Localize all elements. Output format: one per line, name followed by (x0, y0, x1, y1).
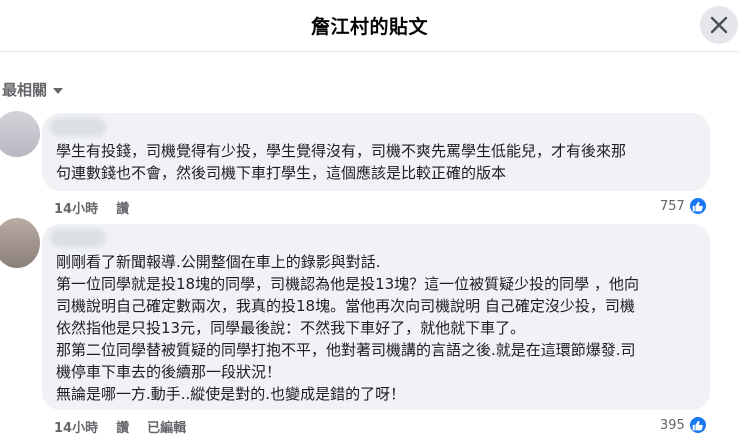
commenter-name-blurred[interactable] (50, 118, 106, 136)
comment-line: 那第二位同學替被質疑的同學打抱不平，他對著司機講的言語之後.就是在這環節爆發.司 (56, 341, 636, 359)
close-button[interactable] (700, 6, 738, 44)
close-icon (710, 16, 728, 34)
comment-timestamp[interactable]: 14小時 (54, 417, 98, 436)
comment-text: 剛剛看了新聞報導.公開整個在車上的錄影與對話. 第一位同學就是投18塊的同學，司… (56, 251, 639, 405)
comment-line: 機停車下車去的後續那一段狀況！ (56, 363, 282, 381)
comment-line: 無論是哪一方.動手..縱使是對的.也變成是錯的了呀！ (56, 385, 406, 403)
comment-line: 第一位同學就是投18塊的同學，司機認為他是投13塊？這一位被質疑少投的同學 ，他… (56, 275, 639, 293)
like-button[interactable]: 讚 (116, 198, 129, 217)
reaction-number: 757 (660, 198, 685, 214)
commenter-name-blurred[interactable] (50, 229, 106, 247)
comment-line: 學生有投錢，司機覺得有少投，學生覺得沒有，司機不爽先罵學生低能兒，才有後來那 (56, 142, 627, 160)
avatar[interactable] (0, 111, 40, 157)
comment-timestamp[interactable]: 14小時 (54, 198, 98, 217)
comment-line: 司機說明自己確定數兩次，我真的投18塊。當他再次向司機說明 自己確定沒少投，司機 (56, 297, 635, 315)
caret-down-icon (53, 87, 64, 94)
like-button[interactable]: 讚 (116, 417, 129, 436)
reaction-number: 395 (660, 417, 685, 433)
reaction-count[interactable]: 395 (660, 415, 708, 435)
comment-line: 句連數錢也不會，然後司機下車打學生，這個應該是比較正確的版本 (56, 164, 507, 182)
post-title: 詹江村的貼文 (310, 16, 428, 38)
thumbs-up-icon (687, 415, 708, 435)
sort-label: 最相關 (2, 81, 48, 99)
comment-line: 依然指他是只投13元，同學最後說：不然我下車好了，就他就下車了。 (56, 319, 526, 337)
post-header: 詹江村的貼文 (0, 0, 739, 52)
avatar[interactable] (0, 218, 40, 268)
comment-sort-dropdown[interactable]: 最相關 (2, 79, 64, 100)
comment-meta: 14小時 讚 已編輯 (54, 417, 186, 436)
comment-meta: 14小時 讚 (54, 198, 129, 217)
thumbs-up-icon (687, 196, 708, 216)
comment-text: 學生有投錢，司機覺得有少投，學生覺得沒有，司機不爽先罵學生低能兒，才有後來那 句… (56, 140, 626, 184)
comment-bubble: 學生有投錢，司機覺得有少投，學生覺得沒有，司機不爽先罵學生低能兒，才有後來那 句… (42, 113, 710, 191)
comment-bubble: 剛剛看了新聞報導.公開整個在車上的錄影與對話. 第一位同學就是投18塊的同學，司… (42, 224, 710, 410)
reaction-count[interactable]: 757 (660, 196, 708, 216)
comment-line: 剛剛看了新聞報導.公開整個在車上的錄影與對話. (56, 253, 381, 271)
edited-label[interactable]: 已編輯 (147, 417, 186, 436)
